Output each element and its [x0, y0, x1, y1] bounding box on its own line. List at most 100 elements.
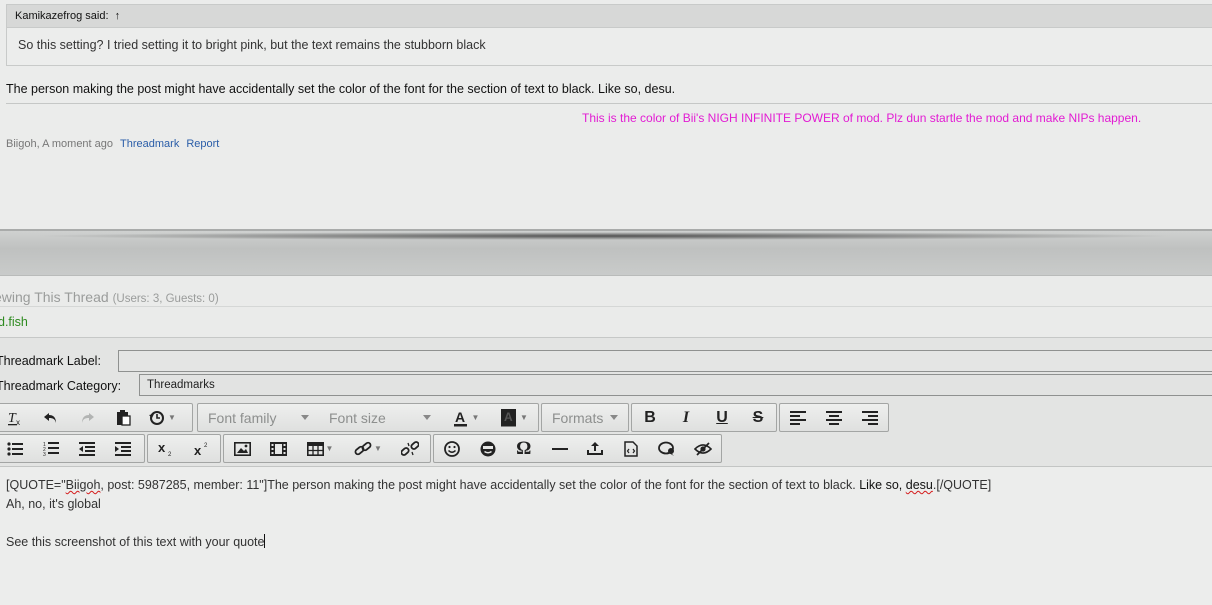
svg-text:2: 2: [204, 443, 208, 449]
bold-button[interactable]: B: [632, 404, 668, 431]
unlink-icon: [401, 440, 419, 457]
text-color-button[interactable]: A ▼: [441, 404, 490, 431]
message-editor[interactable]: [QUOTE="Biigoh, post: 5987285, member: 1…: [0, 466, 1212, 605]
viewing-user-link[interactable]: d.fish: [0, 315, 28, 329]
clipboard-icon: [115, 409, 131, 426]
threadmark-label-input[interactable]: [118, 350, 1212, 372]
code-button[interactable]: [613, 435, 649, 462]
special-character-button[interactable]: Ω: [506, 435, 542, 462]
restore-draft-button[interactable]: ▼: [141, 404, 183, 431]
align-center-icon: [826, 410, 842, 425]
chevron-down-icon: [301, 415, 309, 420]
toolbar-group-insert: ▼ ▼: [223, 434, 431, 463]
spoiler-smiley-button[interactable]: [470, 435, 506, 462]
bold-icon: B: [644, 408, 656, 426]
align-center-button[interactable]: [816, 404, 852, 431]
indent-button[interactable]: [105, 435, 141, 462]
smilies-button[interactable]: [434, 435, 470, 462]
italic-button[interactable]: I: [668, 404, 704, 431]
insert-media-button[interactable]: [260, 435, 296, 462]
bullet-list-button[interactable]: [0, 435, 33, 462]
insert-image-button[interactable]: [224, 435, 260, 462]
superscript-button[interactable]: x2: [184, 435, 220, 462]
horizontal-rule-button[interactable]: [542, 435, 578, 462]
align-left-icon: [790, 410, 806, 425]
text-color-icon: A: [452, 409, 470, 427]
outdent-button[interactable]: [69, 435, 105, 462]
background-color-icon: A: [500, 408, 518, 427]
editor-text: , post: 5987285, member: 11"]The person …: [100, 478, 860, 492]
horizontal-rule-icon: [551, 447, 568, 451]
svg-text:A: A: [455, 409, 465, 425]
remove-format-button[interactable]: Tx: [0, 404, 33, 431]
chevron-down-icon: [610, 415, 618, 420]
font-family-label: Font family: [208, 409, 277, 426]
editor-toolbar: Tx ▼ Font family Font size A ▼ A ▼ Forma…: [0, 400, 1212, 466]
sunglasses-smiley-icon: [480, 441, 496, 457]
remove-format-icon: Tx: [6, 410, 24, 426]
toolbar-group-style: B I U S: [631, 403, 777, 432]
go-to-quote-icon[interactable]: ↑: [115, 10, 121, 22]
chevron-down-icon: ▼: [520, 413, 528, 422]
viewing-thread-panel: ewing This Thread (Users: 3, Guests: 0) …: [0, 275, 1212, 339]
spoiler-button[interactable]: [685, 435, 721, 462]
toolbar-group-font: Font family Font size A ▼ A ▼: [197, 403, 539, 432]
threadmark-form: Threadmark Label: Threadmark Category: T…: [0, 338, 1212, 400]
text-cursor: [264, 534, 266, 548]
italic-icon: I: [682, 408, 690, 426]
svg-text:x: x: [194, 443, 202, 457]
signature-divider: [6, 103, 1212, 104]
code-file-icon: [624, 440, 639, 457]
insert-link-button[interactable]: ▼: [344, 435, 392, 462]
background-color-button[interactable]: A ▼: [490, 404, 538, 431]
numbered-list-icon: 123: [43, 441, 59, 456]
history-icon: [148, 410, 166, 426]
align-left-button[interactable]: [780, 404, 816, 431]
numbered-list-button[interactable]: 123: [33, 435, 69, 462]
toolbar-group-formats: Formats: [541, 403, 629, 432]
editor-misspelled-word: desu: [905, 478, 933, 492]
redo-icon: [79, 411, 95, 425]
redo-button[interactable]: [69, 404, 105, 431]
toolbar-group-lists: 123: [0, 434, 145, 463]
undo-button[interactable]: [33, 404, 69, 431]
smiley-icon: [444, 440, 460, 457]
editor-line-1: [QUOTE="Biigoh, post: 5987285, member: 1…: [6, 478, 991, 492]
editor-text-black: Like so,: [859, 478, 906, 492]
signature: This is the color of Bii's NIGH INFINITE…: [582, 111, 1142, 125]
author-time: Biigoh, A moment ago: [6, 138, 114, 150]
underline-button[interactable]: U: [704, 404, 740, 431]
paste-button[interactable]: [105, 404, 141, 431]
subscript-button[interactable]: x2: [148, 435, 184, 462]
font-size-select[interactable]: Font size: [319, 404, 441, 431]
threadmark-link[interactable]: Threadmark: [120, 138, 179, 150]
insert-attachment-button[interactable]: [578, 435, 614, 462]
superscript-icon: x2: [193, 441, 211, 457]
svg-text:A: A: [504, 410, 513, 424]
svg-text:3: 3: [43, 452, 46, 456]
threadmark-category-select[interactable]: Threadmarks: [139, 374, 1212, 396]
font-size-label: Font size: [329, 409, 386, 426]
omega-icon: Ω: [516, 437, 532, 459]
insert-table-button[interactable]: ▼: [296, 435, 344, 462]
chevron-down-icon: [423, 415, 431, 420]
align-right-button[interactable]: [852, 404, 888, 431]
editor-text: See this screenshot of this text with yo…: [6, 535, 265, 549]
threadmark-label-label: Threadmark Label:: [0, 354, 101, 368]
formats-select[interactable]: Formats: [542, 404, 628, 431]
svg-text:2: 2: [168, 452, 172, 457]
quote-author: Kamikazefrog said:: [15, 10, 109, 22]
speech-bubble-icon: [658, 441, 676, 457]
toolbar-group-history: Tx ▼: [0, 403, 193, 432]
quote-button[interactable]: [649, 435, 685, 462]
toolbar-group-script: x2 x2: [147, 434, 221, 463]
unlink-button[interactable]: [392, 435, 428, 462]
font-family-select[interactable]: Font family: [198, 404, 319, 431]
editor-line-2: Ah, no, it's global: [6, 497, 101, 511]
strikethrough-button[interactable]: S: [740, 404, 776, 431]
report-link[interactable]: Report: [186, 138, 219, 150]
quote-box: Kamikazefrog said: ↑ So this setting? I …: [6, 4, 1212, 66]
chevron-down-icon: ▼: [374, 444, 382, 453]
viewing-title-text: ewing This Thread: [0, 289, 109, 305]
eye-slash-icon: [694, 441, 713, 457]
